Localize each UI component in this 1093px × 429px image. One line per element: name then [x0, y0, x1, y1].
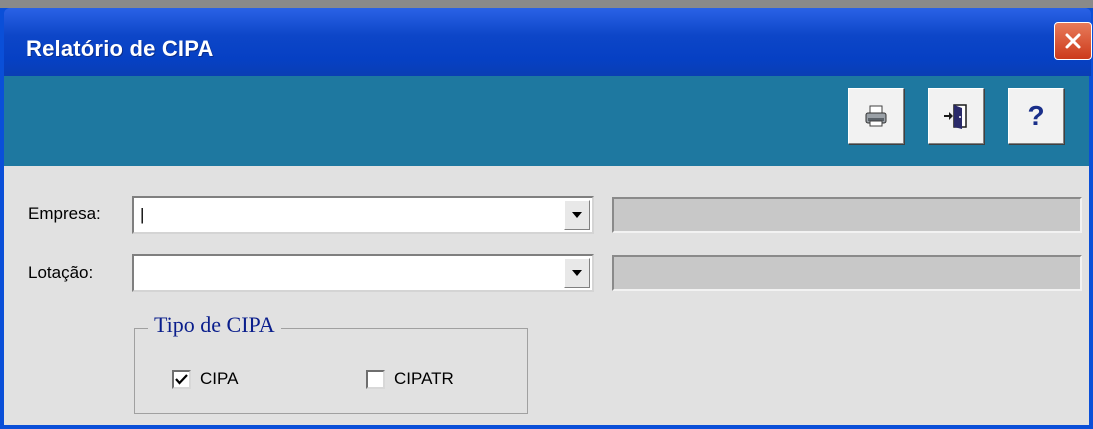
- toolbar: ?: [4, 76, 1089, 166]
- cipa-checkbox-label[interactable]: CIPA: [200, 369, 238, 389]
- empresa-label: Empresa:: [28, 204, 101, 223]
- print-button[interactable]: [848, 88, 904, 144]
- exit-button[interactable]: [928, 88, 984, 144]
- checkmark-icon: [175, 374, 188, 385]
- printer-icon: [865, 105, 887, 127]
- close-icon: [1065, 33, 1081, 49]
- exit-door-icon: [944, 104, 967, 129]
- cipa-checkbox[interactable]: [172, 370, 191, 389]
- empresa-description-field: [612, 197, 1082, 233]
- chevron-down-icon: [572, 270, 582, 276]
- cipatr-checkbox-label[interactable]: CIPATR: [394, 369, 454, 389]
- chevron-down-icon: [572, 212, 582, 218]
- lotacao-label: Lotação:: [28, 263, 94, 282]
- close-button[interactable]: [1054, 22, 1092, 60]
- help-button[interactable]: ?: [1008, 88, 1064, 144]
- help-icon: ?: [1027, 100, 1045, 131]
- lotacao-description-field: [612, 255, 1082, 291]
- lotacao-dropdown-button[interactable]: [564, 258, 590, 288]
- empresa-combobox[interactable]: |: [132, 196, 594, 234]
- window-title: Relatório de CIPA: [26, 36, 214, 61]
- empresa-value: |: [140, 205, 145, 224]
- title-bar[interactable]: Relatório de CIPA: [4, 8, 1092, 76]
- lotacao-combobox[interactable]: [132, 254, 594, 292]
- tipo-cipa-legend: Tipo de CIPA: [148, 312, 281, 338]
- dialog-body: ? Empresa: | Lotação: Tipo de CIPA CIPA: [4, 76, 1089, 425]
- cipatr-checkbox[interactable]: [366, 370, 385, 389]
- empresa-dropdown-button[interactable]: [564, 200, 590, 230]
- background-strip: [0, 0, 1093, 8]
- tipo-cipa-group: [134, 328, 528, 414]
